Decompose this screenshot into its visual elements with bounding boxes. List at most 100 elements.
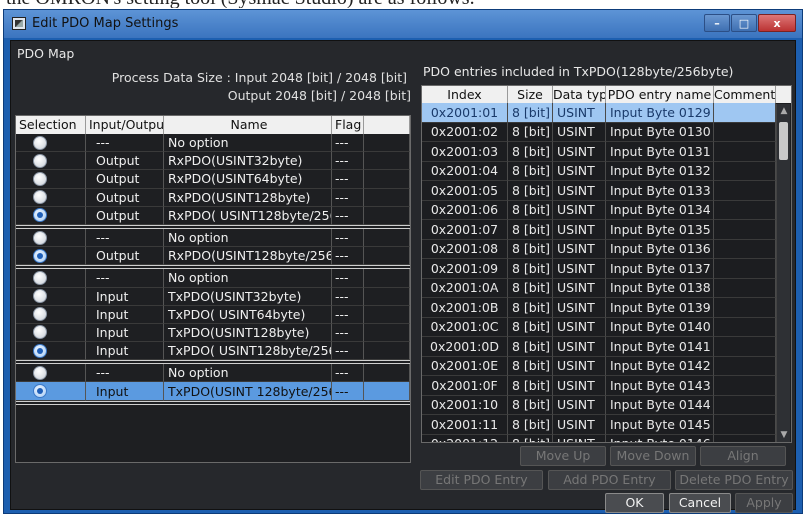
selection-cell[interactable] [16,206,86,225]
pdo-entry-row[interactable]: 0x2001:08 8 [bit] USINT Input Byte 0136 [422,239,791,259]
entry-name-cell: Input Byte 0142 [606,356,714,376]
comment-cell [714,103,776,123]
pdo-entry-row[interactable]: 0x2001:0A 8 [bit] USINT Input Byte 0138 [422,278,791,298]
pdo-entry-row[interactable]: 0x2001:05 8 [bit] USINT Input Byte 0133 [422,181,791,201]
data-type-cell: USINT [553,103,606,123]
pdo-map-row[interactable]: Output RxPDO(USINT128byte/256 --- [16,247,410,266]
radio-unselected-icon[interactable] [32,171,47,186]
selection-cell[interactable] [16,323,86,343]
minimize-button[interactable]: – [704,14,730,32]
pdo-entry-row[interactable]: 0x2001:04 8 [bit] USINT Input Byte 0132 [422,161,791,181]
selection-cell[interactable] [16,170,86,189]
radio-unselected-icon[interactable] [32,153,47,168]
pdo-map-row[interactable]: Output RxPDO(USINT64byte) --- [16,170,410,189]
selection-cell[interactable] [16,228,86,248]
pdo-entry-row[interactable]: 0x2001:0D 8 [bit] USINT Input Byte 0141 [422,337,791,357]
pdo-entry-row[interactable]: 0x2001:06 8 [bit] USINT Input Byte 0134 [422,200,791,220]
pdo-map-row[interactable]: Input TxPDO(USINT128byte) --- [16,323,410,343]
pdo-entry-row[interactable]: 0x2001:128 [bit]USINTInput Byte 0146 [422,434,791,442]
pdo-entry-row[interactable]: 0x2001:11 8 [bit] USINT Input Byte 0145 [422,415,791,435]
pdo-map-row[interactable]: Input TxPDO(USINT 128byte/256 --- [16,382,410,401]
selection-cell[interactable] [16,188,86,207]
scrollbar-thumb[interactable] [779,122,788,160]
title-bar[interactable]: Edit PDO Map Settings – □ x [4,10,802,38]
comment-cell [714,356,776,376]
selection-cell[interactable] [16,287,86,306]
scroll-down-arrow-icon[interactable]: ▼ [777,428,791,442]
pdo-map-row[interactable]: Output RxPDO(USINT128byte) --- [16,188,410,207]
size-cell: 8 [bit] [508,434,553,442]
selection-cell[interactable] [16,364,86,383]
radio-unselected-icon[interactable] [32,270,47,285]
radio-unselected-icon[interactable] [32,230,47,245]
pdo-entry-row[interactable]: 0x2001:0F 8 [bit] USINT Input Byte 0143 [422,376,791,396]
input-output-cell: Output [86,188,164,207]
pdo-entry-row[interactable]: 0x2001:09 8 [bit] USINT Input Byte 0137 [422,259,791,279]
radio-unselected-icon[interactable] [32,325,47,340]
pdo-entry-row[interactable]: 0x2001:10 8 [bit] USINT Input Byte 0144 [422,395,791,415]
radio-selected-icon[interactable] [32,248,47,263]
close-button[interactable]: x [758,14,796,32]
radio-unselected-icon[interactable] [32,135,47,150]
pdo-map-row[interactable]: --- No option --- [16,269,410,288]
pdo-entry-row[interactable]: 0x2001:0C 8 [bit] USINT Input Byte 0140 [422,317,791,337]
pdo-map-row[interactable]: --- No option --- [16,228,410,248]
selection-cell[interactable] [16,382,86,401]
column-header-extra[interactable] [364,116,410,134]
size-cell: 8 [bit] [508,259,553,279]
pdo-entry-row[interactable]: 0x2001:03 8 [bit] USINT Input Byte 0131 [422,142,791,162]
index-cell: 0x2001:0D [422,337,508,357]
delete-pdo-entry-button[interactable]: Delete PDO Entry [675,470,793,490]
entries-vertical-scrollbar[interactable]: ▲ ▼ [776,104,790,442]
align-button[interactable]: Align [700,446,786,466]
pdo-map-table-header: Selection Input/Output Name Flag [16,116,410,134]
edit-pdo-entry-button[interactable]: Edit PDO Entry [420,470,543,490]
column-header-comment[interactable]: Comment [714,86,776,103]
pdo-map-row[interactable]: --- No option --- [16,364,410,383]
column-header-name[interactable]: Name [164,116,332,134]
column-header-selection[interactable]: Selection [16,116,86,134]
pdo-entry-row[interactable]: 0x2001:0E 8 [bit] USINT Input Byte 0142 [422,356,791,376]
radio-unselected-icon[interactable] [32,190,47,205]
pdo-map-row[interactable]: Input TxPDO( USINT64byte) --- [16,305,410,324]
selection-cell[interactable] [16,305,86,324]
column-header-flag[interactable]: Flag [332,116,364,134]
column-header-pdo-entry-name[interactable]: PDO entry name [606,86,714,103]
selection-cell[interactable] [16,247,86,266]
size-cell: 8 [bit] [508,103,553,123]
extra-cell [364,170,410,189]
pdo-map-row[interactable]: Input TxPDO( USINT128byte/256 --- [16,342,410,361]
maximize-button[interactable]: □ [731,14,757,32]
add-pdo-entry-button[interactable]: Add PDO Entry [548,470,671,490]
column-header-input-output[interactable]: Input/Output [86,116,164,134]
selection-cell[interactable] [16,134,86,153]
comment-cell [714,278,776,298]
radio-selected-icon[interactable] [32,343,47,358]
selection-cell[interactable] [16,152,86,171]
scroll-up-arrow-icon[interactable]: ▲ [777,104,791,118]
radio-unselected-icon[interactable] [32,365,47,380]
selection-cell[interactable] [16,342,86,361]
pdo-entry-row[interactable]: 0x2001:02 8 [bit] USINT Input Byte 0130 [422,122,791,142]
selection-cell[interactable] [16,269,86,288]
pdo-entry-row[interactable]: 0x2001:07 8 [bit] USINT Input Byte 0135 [422,220,791,240]
column-header-index[interactable]: Index [422,86,508,103]
pdo-map-row[interactable]: --- No option --- [16,134,410,153]
move-up-button[interactable]: Move Up [520,446,606,466]
move-down-button[interactable]: Move Down [610,446,696,466]
process-data-size-input: Process Data Size : Input 2048 [bit] / 2… [111,70,407,85]
cancel-button[interactable]: Cancel [669,493,731,513]
radio-unselected-icon[interactable] [32,289,47,304]
ok-button[interactable]: OK [605,493,664,513]
pdo-map-row[interactable]: Input TxPDO(USINT32byte) --- [16,287,410,306]
pdo-entry-row[interactable]: 0x2001:01 8 [bit] USINT Input Byte 0129 [422,103,791,123]
column-header-size[interactable]: Size [508,86,553,103]
pdo-map-row[interactable]: Output RxPDO(USINT32byte) --- [16,152,410,171]
radio-selected-icon[interactable] [32,208,47,223]
apply-button[interactable]: Apply [735,493,793,513]
radio-selected-icon[interactable] [32,384,47,399]
pdo-entry-row[interactable]: 0x2001:0B 8 [bit] USINT Input Byte 0139 [422,298,791,318]
column-header-data-type[interactable]: Data type [553,86,606,103]
radio-unselected-icon[interactable] [32,307,47,322]
pdo-map-row[interactable]: Output RxPDO( USINT128byte/256 --- [16,206,410,225]
